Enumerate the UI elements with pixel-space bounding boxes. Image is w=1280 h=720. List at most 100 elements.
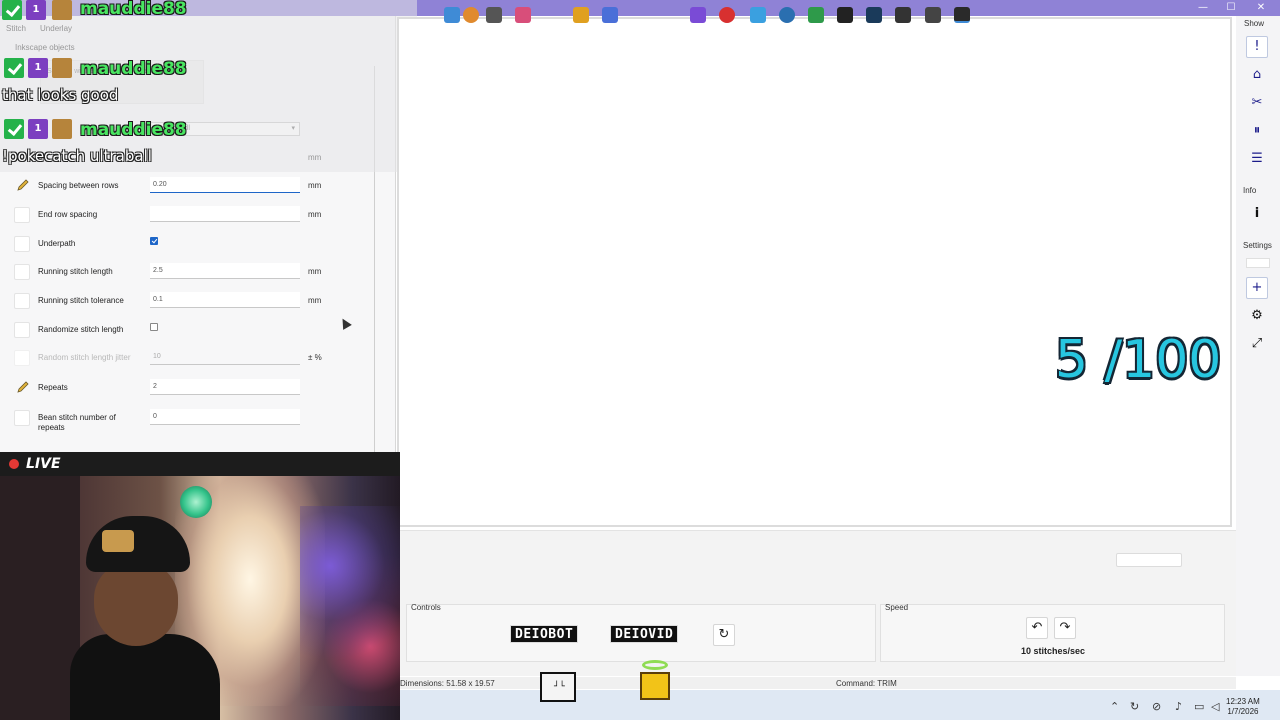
gift-badge-icon — [52, 119, 72, 139]
close-button[interactable]: ✕ — [1254, 1, 1268, 15]
live-label: LIVE — [26, 456, 61, 472]
verified-badge-icon — [4, 119, 24, 139]
widget-icon[interactable] — [444, 7, 460, 23]
param-row-random-jitter: Random stitch length jitter 10 ± % — [0, 346, 370, 372]
slower-button[interactable]: ↶ — [1026, 617, 1048, 639]
speed-value: 10 stitches/sec — [1021, 646, 1086, 656]
repeats-input[interactable]: 2 — [150, 379, 300, 395]
top-unit-label: mm — [308, 153, 322, 162]
param-row-underpath: Underpath — [0, 232, 370, 258]
file-icon[interactable] — [486, 7, 502, 23]
param-enable-checkbox[interactable] — [14, 322, 30, 338]
param-label: Running stitch tolerance — [38, 296, 124, 305]
param-enable-checkbox[interactable] — [14, 207, 30, 223]
app-icon[interactable] — [808, 7, 824, 23]
first-badge-icon: 1 — [28, 119, 48, 139]
verified-badge-icon — [4, 58, 24, 78]
app-icon[interactable] — [895, 7, 911, 23]
taskbar — [400, 690, 1280, 720]
sync-icon[interactable]: ↻ — [1130, 700, 1139, 713]
app-icon[interactable] — [719, 7, 735, 23]
show-errors-button[interactable]: ! — [1246, 36, 1268, 58]
show-stops-button[interactable]: ⏸ — [1246, 120, 1268, 142]
unit-label: mm — [308, 181, 322, 190]
tab-underlay[interactable]: Underlay — [40, 24, 72, 33]
params-tabs: Stitch Underlay — [6, 24, 72, 33]
stream-counter: 5 /100 — [1055, 330, 1222, 390]
chevron-up-icon[interactable]: ⌃ — [1110, 700, 1119, 713]
info-label: Info — [1243, 186, 1257, 195]
verified-badge-icon — [2, 0, 22, 20]
chat-message: !pokecatch ultraball — [2, 147, 152, 165]
panel-scrollbar[interactable] — [374, 66, 378, 452]
stitch-slider[interactable] — [1116, 553, 1182, 567]
color-swatch[interactable] — [1246, 258, 1270, 268]
param-label: Underpath — [38, 239, 76, 248]
mic-icon[interactable]: ♪ — [1175, 700, 1182, 713]
app-icon[interactable] — [837, 7, 853, 23]
streamer-body — [70, 634, 220, 720]
param-enable-checkbox[interactable] — [14, 293, 30, 309]
app-icon[interactable] — [690, 7, 706, 23]
app-icon[interactable] — [515, 7, 531, 23]
param-enable-checkbox[interactable] — [14, 236, 30, 252]
param-enable-checkbox[interactable] — [14, 264, 30, 280]
chat-username: mauddie88 — [80, 120, 187, 140]
app-icon[interactable] — [573, 7, 589, 23]
maximize-button[interactable]: ☐ — [1224, 1, 1238, 15]
params-panel: Stitch Underlay Inkscape objects Setting… — [0, 16, 396, 452]
underpath-checkbox[interactable] — [150, 237, 158, 245]
app-tray-icon[interactable]: ⊘ — [1152, 700, 1161, 713]
tray-clock[interactable]: 12:23 AM 1/7/2026 — [1226, 697, 1260, 717]
running-stitch-tolerance-input[interactable]: 0.1 — [150, 292, 300, 308]
deiovid-emote: DEIOVID — [610, 625, 679, 643]
param-enable-checkbox[interactable] — [14, 350, 30, 366]
param-label: Repeats — [38, 383, 68, 392]
gear-icon[interactable]: ⚙ — [1246, 305, 1268, 327]
spacing-between-rows-input[interactable]: 0.20 — [150, 177, 300, 193]
speaker-icon[interactable]: ◁ — [1211, 700, 1219, 713]
app-icon[interactable] — [750, 7, 766, 23]
clock-date: 1/7/2026 — [1227, 707, 1259, 716]
show-jumps-button[interactable]: ⌂ — [1246, 64, 1268, 86]
pencil-icon — [17, 179, 29, 191]
faster-button[interactable]: ↷ — [1054, 617, 1076, 639]
randomize-checkbox[interactable] — [150, 323, 158, 331]
end-row-spacing-input[interactable] — [150, 206, 300, 222]
clock-time: 12:23 AM — [1226, 697, 1260, 706]
app-icon[interactable] — [779, 7, 795, 23]
tab-stitch[interactable]: Stitch — [6, 24, 26, 33]
param-label: End row spacing — [38, 210, 98, 219]
param-row-end-row-spacing: End row spacing mm — [0, 203, 370, 229]
deiobot-emote: DEIOBOT — [510, 625, 579, 643]
refresh-button[interactable]: ↻ — [713, 624, 735, 646]
steam-icon[interactable] — [866, 7, 882, 23]
show-stitch-list-button[interactable]: ☰ — [1246, 148, 1268, 170]
command-text: Command: TRIM — [836, 679, 897, 688]
info-icon[interactable]: i — [1246, 203, 1268, 225]
minimize-button[interactable]: — — [1196, 1, 1210, 15]
firefox-icon[interactable] — [463, 7, 479, 23]
unit-label: ± % — [308, 353, 322, 362]
param-row-running-stitch-tolerance: Running stitch tolerance 0.1 mm — [0, 289, 370, 315]
show-trims-button[interactable]: ✂ — [1246, 92, 1268, 114]
sprite-eyes: ┘└ — [554, 682, 565, 692]
param-enable-checkbox[interactable] — [14, 410, 30, 426]
app-icon[interactable] — [602, 7, 618, 23]
random-jitter-input[interactable]: 10 — [150, 349, 300, 365]
bean-stitch-input[interactable]: 0 — [150, 409, 300, 425]
display-icon[interactable]: ▭ — [1194, 700, 1204, 713]
param-row-bean-stitch: Bean stitch number of repeats 0 — [0, 406, 370, 440]
inkstitch-icon[interactable] — [954, 7, 970, 23]
window-titlebar — [0, 0, 1280, 16]
param-label: Randomize stitch length — [38, 325, 124, 334]
add-button[interactable]: + — [1246, 277, 1268, 299]
resize-icon[interactable]: ⤢ — [1246, 333, 1268, 355]
preview-canvas[interactable] — [397, 17, 1232, 527]
speed-title: Speed — [885, 603, 909, 612]
app-icon[interactable] — [925, 7, 941, 23]
param-row-running-stitch-length: Running stitch length 2.5 mm — [0, 260, 370, 286]
param-row-randomize-stitch-length: Randomize stitch length — [0, 318, 370, 344]
running-stitch-length-input[interactable]: 2.5 — [150, 263, 300, 279]
gift-badge-icon — [52, 58, 72, 78]
